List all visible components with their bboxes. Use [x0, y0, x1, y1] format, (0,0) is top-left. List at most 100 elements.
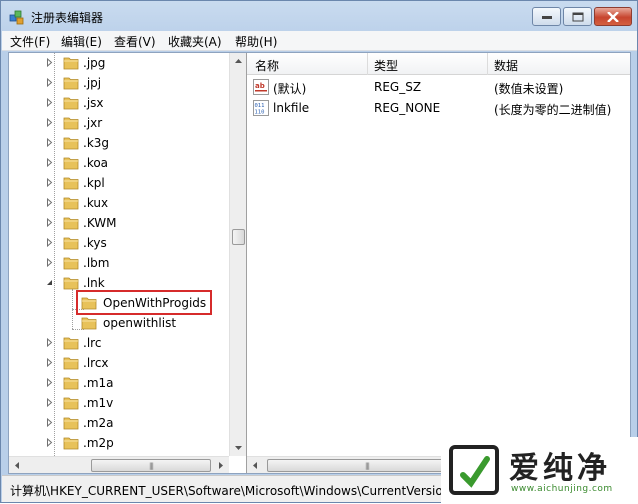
- collapsed-arrow-icon[interactable]: [45, 58, 54, 67]
- column-name[interactable]: 名称: [255, 57, 279, 74]
- value-type: REG_SZ: [374, 80, 422, 94]
- maximize-icon: [572, 12, 583, 21]
- value-row[interactable]: ab (默认) REG_SZ (数值未设置): [247, 77, 630, 97]
- tree-item[interactable]: .m2p: [9, 433, 229, 453]
- minimize-button[interactable]: [532, 7, 561, 26]
- column-data[interactable]: 数据: [494, 57, 518, 74]
- collapsed-arrow-icon[interactable]: [45, 158, 54, 167]
- menu-edit[interactable]: 编辑(E): [61, 33, 102, 50]
- tree-item[interactable]: .jsx: [9, 93, 229, 113]
- collapsed-arrow-icon[interactable]: [45, 98, 54, 107]
- tree-item[interactable]: .m2a: [9, 413, 229, 433]
- scroll-left-icon[interactable]: [9, 457, 26, 473]
- value-list[interactable]: 名称 类型 数据 ab (默认) REG_SZ (数值未设置) 011 110 …: [247, 53, 630, 473]
- value-data: (长度为零的二进制值): [494, 103, 612, 117]
- tree-item[interactable]: .jxr: [9, 113, 229, 133]
- collapsed-arrow-icon[interactable]: [45, 138, 54, 147]
- collapsed-arrow-icon[interactable]: [45, 438, 54, 447]
- collapsed-arrow-icon[interactable]: [45, 238, 54, 247]
- folder-icon: [63, 417, 79, 430]
- scroll-thumb[interactable]: |||: [91, 459, 211, 472]
- tree-item-label: openwithlist: [103, 316, 177, 330]
- tree-item[interactable]: .m1v: [9, 393, 229, 413]
- tree-item-label: .KWM: [83, 216, 117, 230]
- grip-icon: |||: [148, 461, 154, 470]
- tree-item[interactable]: .lrc: [9, 333, 229, 353]
- tree-item[interactable]: .jpj: [9, 73, 229, 93]
- column-type[interactable]: 类型: [374, 57, 398, 74]
- tree-item-label: .jsx: [83, 96, 104, 110]
- scroll-left-icon[interactable]: [247, 457, 264, 473]
- folder-icon: [63, 217, 79, 230]
- folder-icon: [63, 57, 79, 70]
- tree-item-label: .jxr: [83, 116, 103, 130]
- value-name: lnkfile: [273, 101, 310, 115]
- grip-icon: |||: [364, 461, 370, 470]
- tree-vertical-scrollbar[interactable]: [229, 53, 246, 456]
- collapsed-arrow-icon[interactable]: [45, 358, 54, 367]
- title-bar[interactable]: 注册表编辑器: [1, 1, 637, 31]
- collapsed-arrow-icon[interactable]: [45, 258, 54, 267]
- collapsed-arrow-icon[interactable]: [45, 218, 54, 227]
- collapsed-arrow-icon[interactable]: [45, 78, 54, 87]
- tree-item-label: .m1a: [83, 376, 114, 390]
- watermark-url: www.aichunjing.com: [511, 484, 613, 494]
- expanded-arrow-icon[interactable]: [45, 278, 54, 287]
- tree-item-label: .lnk: [83, 276, 105, 290]
- tree-item[interactable]: .lbm: [9, 253, 229, 273]
- folder-icon: [63, 357, 79, 370]
- folder-icon: [63, 337, 79, 350]
- tree-item[interactable]: .kys: [9, 233, 229, 253]
- scroll-down-icon[interactable]: [230, 439, 247, 456]
- svg-text:011: 011: [255, 103, 265, 109]
- column-divider[interactable]: [487, 53, 488, 75]
- collapsed-arrow-icon[interactable]: [45, 378, 54, 387]
- regedit-window: 注册表编辑器 文件(F) 编辑(E) 查看(V) 收藏夹(A) 帮助(H) .j…: [0, 0, 638, 504]
- value-row[interactable]: 011 110 lnkfile REG_NONE (长度为零的二进制值): [247, 98, 630, 118]
- tree-item[interactable]: .kpl: [9, 173, 229, 193]
- scroll-up-icon[interactable]: [230, 53, 247, 70]
- menu-file[interactable]: 文件(F): [10, 33, 50, 50]
- key-tree[interactable]: .jpg .jpj .jsx .jxr .k3g .koa .kpl .kux .KWM .kys…: [9, 53, 247, 473]
- binary-value-icon: 011 110: [253, 100, 269, 116]
- client-area: .jpg .jpj .jsx .jxr .k3g .koa .kpl .kux .KWM .kys…: [8, 52, 631, 474]
- tree-item-label: .kys: [83, 236, 107, 250]
- collapsed-arrow-icon[interactable]: [45, 418, 54, 427]
- collapsed-arrow-icon[interactable]: [45, 398, 54, 407]
- tree-item-label: .m2p: [83, 436, 114, 450]
- tree-item[interactable]: openwithlist: [9, 313, 229, 333]
- maximize-button[interactable]: [563, 7, 592, 26]
- scroll-thumb[interactable]: [232, 229, 245, 245]
- tree-item[interactable]: .koa: [9, 153, 229, 173]
- tree-item[interactable]: .m1a: [9, 373, 229, 393]
- list-header: 名称 类型 数据: [247, 53, 630, 75]
- collapsed-arrow-icon[interactable]: [45, 338, 54, 347]
- column-divider[interactable]: [367, 53, 368, 75]
- close-button[interactable]: [594, 7, 632, 26]
- tree-item[interactable]: .KWM: [9, 213, 229, 233]
- scroll-right-icon[interactable]: [212, 457, 229, 473]
- collapsed-arrow-icon[interactable]: [45, 178, 54, 187]
- tree-item-label: .m2a: [83, 416, 114, 430]
- folder-icon: [63, 97, 79, 110]
- folder-icon: [63, 257, 79, 270]
- collapsed-arrow-icon[interactable]: [45, 198, 54, 207]
- menu-help[interactable]: 帮助(H): [235, 33, 277, 50]
- tree-item[interactable]: .jpg: [9, 53, 229, 73]
- svg-text:110: 110: [255, 110, 265, 116]
- status-path: 计算机\HKEY_CURRENT_USER\Software\Microsoft…: [10, 484, 451, 498]
- close-icon: [607, 11, 619, 22]
- menu-favorites[interactable]: 收藏夹(A): [168, 33, 222, 50]
- folder-icon: [63, 377, 79, 390]
- selected-key-highlight: [76, 290, 212, 315]
- scroll-thumb[interactable]: |||: [267, 459, 467, 472]
- tree-item[interactable]: .kux: [9, 193, 229, 213]
- tree-item[interactable]: .lrcx: [9, 353, 229, 373]
- string-value-icon: ab: [253, 79, 269, 95]
- tree-item[interactable]: .k3g: [9, 133, 229, 153]
- tree-horizontal-scrollbar[interactable]: |||: [9, 456, 229, 473]
- folder-icon: [63, 77, 79, 90]
- folder-icon: [63, 277, 79, 290]
- menu-view[interactable]: 查看(V): [114, 33, 156, 50]
- collapsed-arrow-icon[interactable]: [45, 118, 54, 127]
